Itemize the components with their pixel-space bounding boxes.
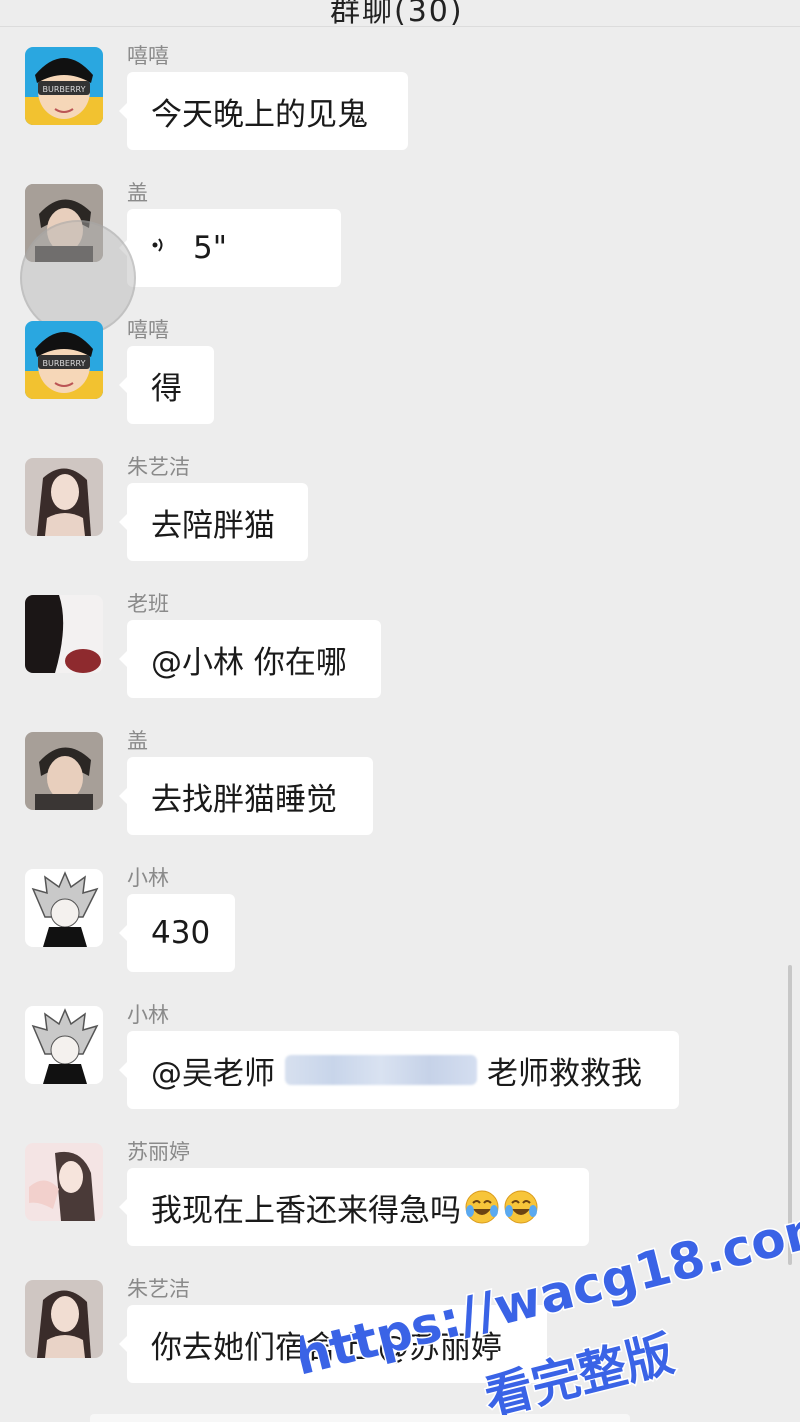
chat-screen: 群聊(30) BURBERRY 嘻嘻 今天晚上的见鬼 盖 5" BURBERRY… (0, 0, 800, 1422)
young-man-photo-avatar[interactable] (25, 732, 103, 810)
message-text-before: @吴老师 (151, 1055, 275, 1092)
anime-silver-hair-avatar[interactable] (25, 869, 103, 947)
sender-name: 盖 (127, 181, 148, 205)
message-bubble[interactable]: 你去她们宿舍上 @苏丽婷 (119, 1305, 547, 1383)
pink-photo-avatar[interactable] (25, 1143, 103, 1221)
sender-name: 小林 (127, 1003, 169, 1027)
svg-text:BURBERRY: BURBERRY (43, 359, 86, 368)
message-text: 今天晚上的见鬼 (151, 96, 368, 133)
face-with-tears-of-joy-icon (464, 1189, 500, 1225)
message-bubble[interactable]: 去找胖猫睡觉 (119, 757, 373, 835)
message-bubble[interactable]: 去陪胖猫 (119, 483, 308, 561)
chat-title: 群聊(30) (330, 0, 464, 29)
input-bar-edge (90, 1414, 630, 1422)
cartoon-sunglasses-avatar[interactable]: BURBERRY (25, 321, 103, 399)
sender-name: 老班 (127, 592, 169, 616)
sender-name: 盖 (127, 729, 148, 753)
dark-hair-photo-avatar[interactable] (25, 595, 103, 673)
voice-message-bubble[interactable]: 5" (119, 209, 341, 287)
voice-wave-icon (151, 234, 173, 262)
voice-duration: 5" (193, 230, 227, 266)
message-text: 去陪胖猫 (151, 507, 275, 544)
sender-name: 朱艺洁 (127, 1277, 190, 1301)
face-with-tears-of-joy-icon (503, 1189, 539, 1225)
message-text: 430 (151, 915, 211, 951)
cartoon-sunglasses-avatar[interactable]: BURBERRY (25, 47, 103, 125)
message-text: 你去她们宿舍上 @苏丽婷 (151, 1329, 502, 1366)
message-text-after: 老师救救我 (487, 1055, 642, 1092)
sender-name: 苏丽婷 (127, 1140, 190, 1164)
chat-header: 群聊(30) (0, 0, 800, 29)
voice-playing-indicator (20, 220, 136, 336)
redacted-phone-number (285, 1055, 477, 1085)
anime-silver-hair-avatar[interactable] (25, 1006, 103, 1084)
message-text: 得 (151, 370, 182, 407)
sender-name: 小林 (127, 866, 169, 890)
message-text: 去找胖猫睡觉 (151, 781, 337, 818)
message-text: @小林 你在哪 (151, 644, 347, 681)
message-bubble[interactable]: @小林 你在哪 (119, 620, 381, 698)
svg-text:BURBERRY: BURBERRY (43, 85, 86, 94)
scrollbar[interactable] (788, 965, 792, 1265)
message-bubble[interactable]: @吴老师 老师救救我 (119, 1031, 679, 1109)
sender-name: 嘻嘻 (127, 318, 169, 342)
sender-name: 嘻嘻 (127, 44, 169, 68)
young-woman-photo-avatar[interactable] (25, 458, 103, 536)
message-text: 我现在上香还来得急吗 (151, 1192, 461, 1229)
message-bubble[interactable]: 我现在上香还来得急吗 (119, 1168, 589, 1246)
young-woman-photo-avatar[interactable] (25, 1280, 103, 1358)
message-bubble[interactable]: 430 (119, 894, 235, 972)
message-bubble[interactable]: 得 (119, 346, 214, 424)
sender-name: 朱艺洁 (127, 455, 190, 479)
message-bubble[interactable]: 今天晚上的见鬼 (119, 72, 408, 150)
